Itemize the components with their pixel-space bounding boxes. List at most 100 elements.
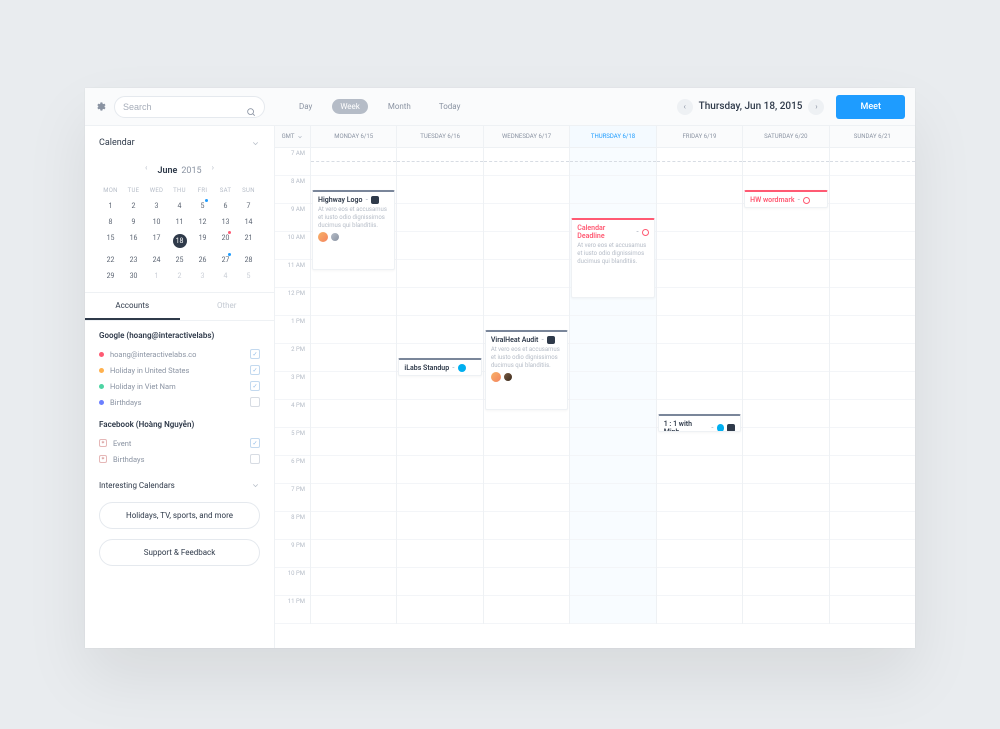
calendar-toggle-item[interactable]: ✶Birthdays [99, 451, 260, 467]
time-slot[interactable] [311, 428, 396, 456]
time-slot[interactable] [743, 260, 828, 288]
time-slot[interactable] [657, 288, 742, 316]
time-slot[interactable] [830, 568, 915, 596]
day-header-cell[interactable]: MONDAY 6/15 [311, 126, 397, 147]
time-slot[interactable] [830, 148, 915, 176]
time-slot[interactable] [830, 372, 915, 400]
time-slot[interactable] [830, 540, 915, 568]
holidays-button[interactable]: Holidays, TV, sports, and more [99, 502, 260, 529]
time-slot[interactable] [397, 428, 482, 456]
time-slot[interactable] [397, 288, 482, 316]
calendar-event[interactable]: iLabs Standup - [398, 358, 481, 376]
time-slot[interactable] [311, 344, 396, 372]
time-slot[interactable] [570, 568, 655, 596]
time-slot[interactable] [484, 512, 569, 540]
gear-icon[interactable] [95, 101, 106, 113]
time-slot[interactable] [484, 204, 569, 232]
time-slot[interactable] [657, 176, 742, 204]
time-slot[interactable] [743, 204, 828, 232]
mini-day[interactable]: 2 [168, 268, 191, 284]
time-slot[interactable] [657, 428, 742, 456]
calendar-toggle-item[interactable]: Holiday in United States✓ [99, 362, 260, 378]
time-slot[interactable] [743, 512, 828, 540]
timezone-selector[interactable]: GMT [275, 126, 311, 147]
time-slot[interactable] [397, 512, 482, 540]
time-slot[interactable] [657, 456, 742, 484]
time-slot[interactable] [311, 316, 396, 344]
mini-day[interactable]: 7 [237, 198, 260, 214]
checkbox-icon[interactable] [250, 454, 260, 464]
day-column[interactable]: ViralHeat Audit - At vero eos et accusam… [484, 148, 570, 624]
time-slot[interactable] [657, 344, 742, 372]
day-column[interactable]: Calendar Deadline - At vero eos et accus… [570, 148, 656, 624]
time-slot[interactable] [570, 176, 655, 204]
time-slot[interactable] [657, 596, 742, 624]
time-slot[interactable] [830, 260, 915, 288]
time-slot[interactable] [743, 344, 828, 372]
time-slot[interactable] [743, 372, 828, 400]
time-slot[interactable] [484, 596, 569, 624]
time-slot[interactable] [397, 540, 482, 568]
checkbox-icon[interactable]: ✓ [250, 381, 260, 391]
mini-day[interactable]: 2 [122, 198, 145, 214]
time-slot[interactable] [397, 456, 482, 484]
next-week-button[interactable]: › [808, 99, 824, 115]
time-slot[interactable] [830, 204, 915, 232]
time-slot[interactable] [830, 484, 915, 512]
mini-day[interactable]: 10 [145, 214, 168, 230]
interesting-calendars-header[interactable]: Interesting Calendars [85, 467, 274, 498]
time-slot[interactable] [311, 568, 396, 596]
calendar-event[interactable]: HW wordmark - [744, 190, 827, 208]
time-slot[interactable] [743, 148, 828, 176]
time-slot[interactable] [570, 148, 655, 176]
time-slot[interactable] [311, 540, 396, 568]
time-slot[interactable] [484, 260, 569, 288]
mini-day[interactable]: 30 [122, 268, 145, 284]
mini-day[interactable]: 16 [122, 230, 145, 252]
day-column[interactable] [830, 148, 915, 624]
time-slot[interactable] [657, 568, 742, 596]
time-slot[interactable] [657, 148, 742, 176]
search-input-wrap[interactable] [114, 96, 265, 118]
time-slot[interactable] [743, 316, 828, 344]
time-slot[interactable] [570, 372, 655, 400]
view-month[interactable]: Month [380, 99, 419, 114]
mini-day[interactable]: 19 [191, 230, 214, 252]
calendar-toggle-item[interactable]: hoang@interactivelabs.co✓ [99, 346, 260, 362]
calendar-toggle-item[interactable]: Holiday in Viet Nam✓ [99, 378, 260, 394]
mini-prev-month[interactable]: ‹ [143, 161, 149, 174]
meet-button[interactable]: Meet [836, 95, 905, 119]
checkbox-icon[interactable]: ✓ [250, 349, 260, 359]
time-slot[interactable] [484, 428, 569, 456]
time-slot[interactable] [743, 400, 828, 428]
day-column[interactable]: 1 : 1 with Minh - [657, 148, 743, 624]
mini-day[interactable]: 24 [145, 252, 168, 268]
mini-day[interactable]: 8 [99, 214, 122, 230]
calendar-event[interactable]: Highway Logo - At vero eos et accusamus … [312, 190, 395, 270]
time-slot[interactable] [830, 512, 915, 540]
day-column[interactable]: Highway Logo - At vero eos et accusamus … [311, 148, 397, 624]
time-slot[interactable] [570, 344, 655, 372]
calendar-event[interactable]: Calendar Deadline - At vero eos et accus… [571, 218, 654, 298]
day-header-cell[interactable]: TUESDAY 6/16 [397, 126, 483, 147]
checkbox-icon[interactable]: ✓ [250, 365, 260, 375]
tab-accounts[interactable]: Accounts [85, 293, 180, 320]
week-grid[interactable]: 7 AM8 AM9 AM10 AM11 AM12 PM1 PM2 PM3 PM4… [275, 148, 915, 648]
mini-day[interactable]: 4 [168, 198, 191, 214]
time-slot[interactable] [743, 484, 828, 512]
time-slot[interactable] [830, 176, 915, 204]
time-slot[interactable] [830, 456, 915, 484]
time-slot[interactable] [743, 456, 828, 484]
mini-day[interactable]: 5 [191, 198, 214, 214]
time-slot[interactable] [397, 260, 482, 288]
time-slot[interactable] [484, 288, 569, 316]
time-slot[interactable] [830, 400, 915, 428]
search-input[interactable] [123, 102, 240, 112]
time-slot[interactable] [397, 204, 482, 232]
mini-day[interactable]: 4 [214, 268, 237, 284]
time-slot[interactable] [830, 428, 915, 456]
time-slot[interactable] [397, 176, 482, 204]
time-slot[interactable] [311, 512, 396, 540]
mini-day[interactable]: 21 [237, 230, 260, 252]
mini-day[interactable]: 23 [122, 252, 145, 268]
